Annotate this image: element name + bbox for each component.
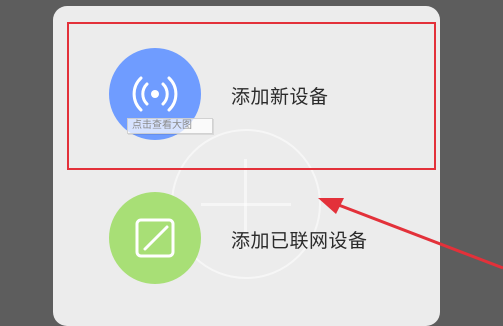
- edit-square-icon: [109, 192, 201, 284]
- add-networked-device-option[interactable]: 添加已联网设备: [53, 178, 440, 298]
- red-highlight-box: [67, 22, 436, 170]
- add-networked-device-label: 添加已联网设备: [231, 230, 368, 252]
